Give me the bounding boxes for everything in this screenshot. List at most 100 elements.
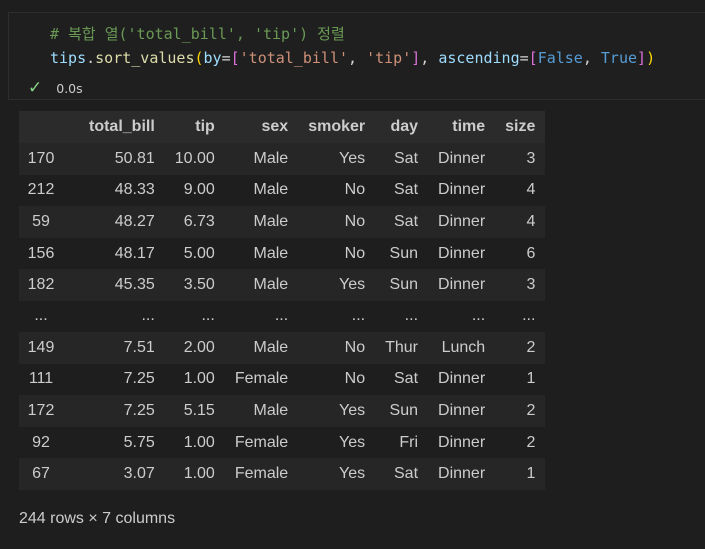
table-cell: Male — [253, 149, 289, 167]
table-cell: 1 — [526, 465, 536, 483]
table-cell: No — [344, 212, 366, 230]
table-cell: ... — [274, 307, 289, 325]
row-index: 149 — [27, 338, 55, 356]
table-cell: Sun — [389, 276, 419, 294]
code-editor[interactable]: # 복합 열('total_bill', 'tip') 정렬 tips.sort_… — [50, 22, 655, 70]
table-cell: 1 — [526, 370, 536, 388]
table-cell: 5.15 — [183, 401, 215, 419]
table-cell: Female — [234, 433, 289, 451]
code-token: = — [221, 49, 231, 67]
table-cell: Sat — [394, 465, 419, 483]
table-row: 156 48.17 5.00 Male No Sun Dinner 6 — [19, 237, 546, 270]
code-token: 'tip' — [366, 49, 412, 67]
table-cell: ... — [522, 307, 536, 325]
code-line: tips.sort_values(by=['total_bill', 'tip'… — [50, 46, 655, 70]
table-cell: Male — [253, 338, 289, 356]
table-cell: Dinner — [438, 401, 486, 419]
table-row: ........................ — [19, 300, 546, 332]
code-token: tips — [50, 49, 87, 67]
table-row: 111 7.25 1.00 Female No Sat Dinner 1 — [19, 363, 546, 396]
code-token: . — [86, 49, 96, 67]
row-index: 111 — [28, 370, 54, 388]
row-index: 59 — [32, 212, 50, 230]
table-cell: Male — [253, 276, 289, 294]
table-row: 67 3.07 1.00 Female Yes Sat Dinner 1 — [19, 458, 546, 490]
table-cell: Dinner — [438, 149, 486, 167]
column-header: total_bill — [69, 111, 155, 143]
table-cell: ... — [471, 307, 486, 325]
table-cell: Dinner — [438, 181, 486, 199]
table-cell: 2 — [526, 338, 536, 356]
table-cell: 50.81 — [114, 149, 155, 167]
table-cell: 3 — [526, 149, 536, 167]
table-cell: Sat — [394, 149, 419, 167]
table-cell: Fri — [399, 433, 419, 451]
code-token: False — [537, 49, 583, 67]
code-token: ( — [194, 49, 204, 67]
table-cell: 3.07 — [123, 465, 155, 483]
table-cell: Dinner — [438, 465, 486, 483]
table-cell: ... — [201, 307, 215, 325]
row-index: 170 — [27, 149, 55, 167]
table-cell: 2 — [526, 401, 536, 419]
table-cell: 1.00 — [183, 370, 215, 388]
table-cell: 5.00 — [183, 244, 215, 262]
code-comment: # 복합 열('total_bill', 'tip') 정렬 — [50, 25, 345, 43]
code-token: True — [600, 49, 638, 67]
column-header: day — [365, 111, 419, 143]
table-cell: 4 — [526, 212, 536, 230]
code-token: ascending — [438, 49, 520, 67]
code-token: 'total_bill' — [239, 49, 349, 67]
check-icon: ✓ — [28, 77, 43, 98]
table-cell: Yes — [339, 401, 366, 419]
code-token: sort_values — [95, 49, 195, 67]
table-cell: Sun — [389, 401, 419, 419]
table-cell: Yes — [339, 465, 366, 483]
table-cell: Thur — [385, 338, 419, 356]
table-cell: 4 — [526, 181, 536, 199]
column-header: tip — [154, 111, 215, 143]
table-cell: 48.27 — [114, 212, 155, 230]
table-cell: No — [344, 370, 366, 388]
table-cell: No — [344, 181, 366, 199]
column-header: sex — [214, 111, 289, 143]
row-index: 182 — [27, 276, 55, 294]
code-token: ) — [646, 49, 656, 67]
table-cell: Male — [253, 244, 289, 262]
row-index: 172 — [27, 401, 55, 419]
table-cell: 48.33 — [114, 181, 155, 199]
row-index: 67 — [32, 465, 50, 483]
code-token: by — [203, 49, 222, 67]
table-cell: Dinner — [438, 276, 486, 294]
table-cell: Dinner — [438, 212, 486, 230]
table-cell: 10.00 — [174, 149, 215, 167]
table-cell: Male — [253, 212, 289, 230]
execution-status: ✓ 0.0s — [28, 78, 83, 98]
dataframe-shape: 244 rows × 7 columns — [19, 510, 176, 527]
table-cell: Yes — [339, 433, 366, 451]
table-cell: ... — [404, 307, 419, 325]
table-cell: Male — [253, 401, 289, 419]
table-cell: 6.73 — [183, 212, 215, 230]
table-cell: 1.00 — [183, 433, 215, 451]
table-cell: Yes — [339, 149, 366, 167]
table-cell: Male — [253, 181, 289, 199]
table-cell: Dinner — [438, 433, 486, 451]
table-cell: 48.17 — [114, 244, 155, 262]
row-index: 156 — [27, 244, 55, 262]
code-token: , — [420, 49, 439, 67]
table-row: 212 48.33 9.00 Male No Sat Dinner 4 — [19, 174, 546, 207]
table-row: 170 50.81 10.00 Male Yes Sat Dinner 3 — [19, 143, 546, 175]
table-cell: Dinner — [438, 370, 486, 388]
table-cell: Female — [234, 370, 289, 388]
row-index: 92 — [32, 433, 50, 451]
table-cell: 1.00 — [183, 465, 215, 483]
code-token: = — [519, 49, 529, 67]
table-cell: ... — [351, 307, 366, 325]
execution-time: 0.0s — [56, 80, 83, 96]
table-row: 149 7.51 2.00 Male No Thur Lunch 2 — [19, 331, 546, 364]
table-cell: Sat — [394, 212, 419, 230]
table-cell: Female — [234, 465, 289, 483]
table-cell: 9.00 — [183, 181, 215, 199]
table-cell: ... — [141, 307, 155, 325]
